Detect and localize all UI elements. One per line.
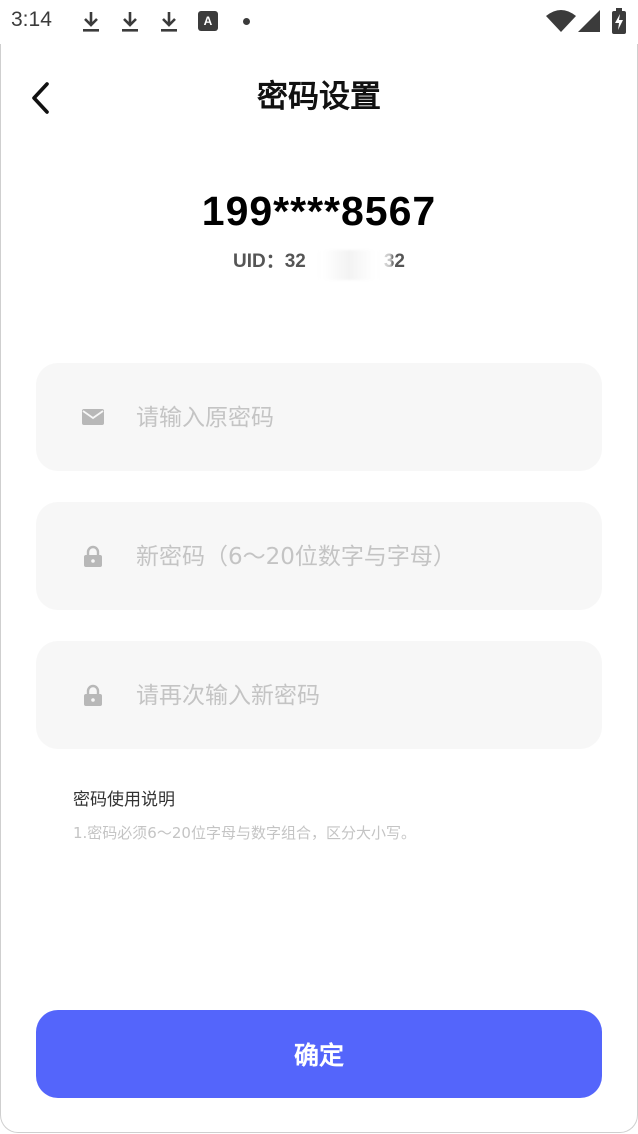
old-password-field[interactable] xyxy=(36,363,602,473)
signal-icon xyxy=(578,10,600,32)
old-password-input[interactable] xyxy=(134,363,578,473)
status-bar: 3:14 A xyxy=(0,0,638,44)
download-icon xyxy=(83,12,99,32)
password-rules-title: 密码使用说明 xyxy=(73,790,175,810)
uid-value-start: 32 xyxy=(284,251,306,272)
confirm-button[interactable]: 确定 xyxy=(36,1010,602,1098)
status-time: 3:14 xyxy=(11,8,52,31)
confirm-password-field[interactable] xyxy=(36,641,602,751)
dot-icon xyxy=(243,18,250,25)
download-icon xyxy=(161,12,177,32)
battery-charging-icon xyxy=(612,8,626,34)
uid-label: UID： xyxy=(232,251,285,272)
password-rules-text: 1.密码必须6～20位字母与数字组合，区分大小写。 xyxy=(73,824,416,842)
lock-icon xyxy=(84,545,102,567)
confirm-password-input[interactable] xyxy=(134,641,578,751)
envelope-icon xyxy=(82,409,104,425)
new-password-field[interactable] xyxy=(36,502,602,612)
download-icon xyxy=(122,12,138,32)
uid-redaction-mask xyxy=(306,250,392,280)
new-password-input[interactable] xyxy=(134,502,578,612)
page-title: 密码设置 xyxy=(257,79,381,115)
phone-number: 199****8567 xyxy=(201,188,437,234)
lock-icon xyxy=(84,684,102,706)
wifi-icon xyxy=(546,10,576,32)
app-notification-icon: A xyxy=(198,11,218,31)
